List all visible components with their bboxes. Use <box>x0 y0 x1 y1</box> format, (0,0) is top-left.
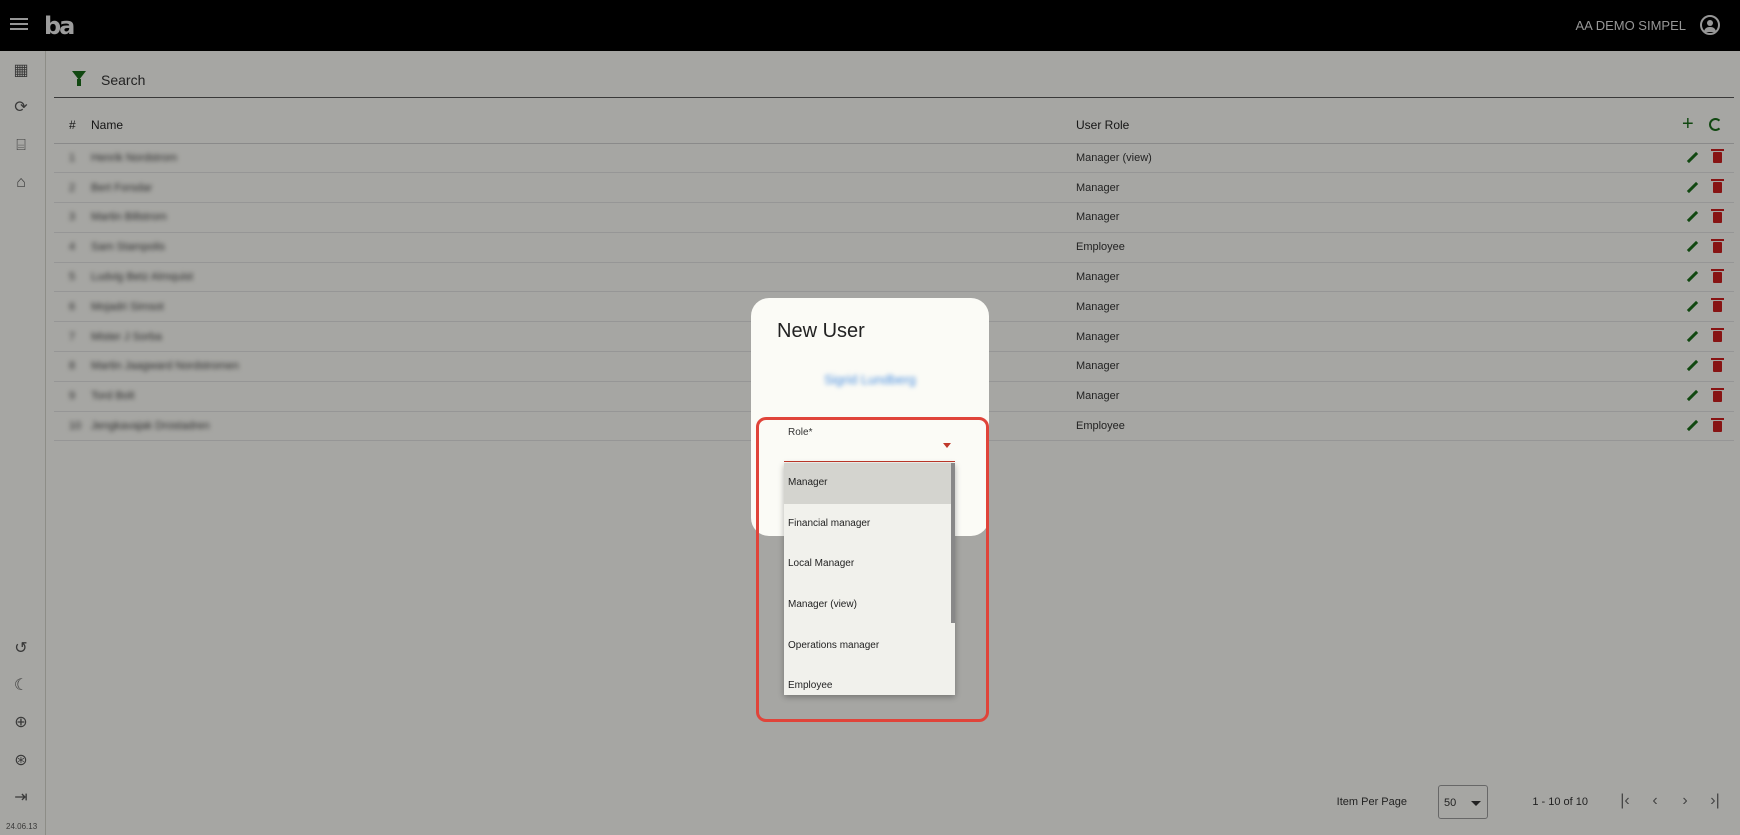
dialog-title: New User <box>777 320 865 342</box>
selected-user-name: Sigrid Lundberg <box>824 372 916 387</box>
highlight-frame <box>756 417 989 722</box>
